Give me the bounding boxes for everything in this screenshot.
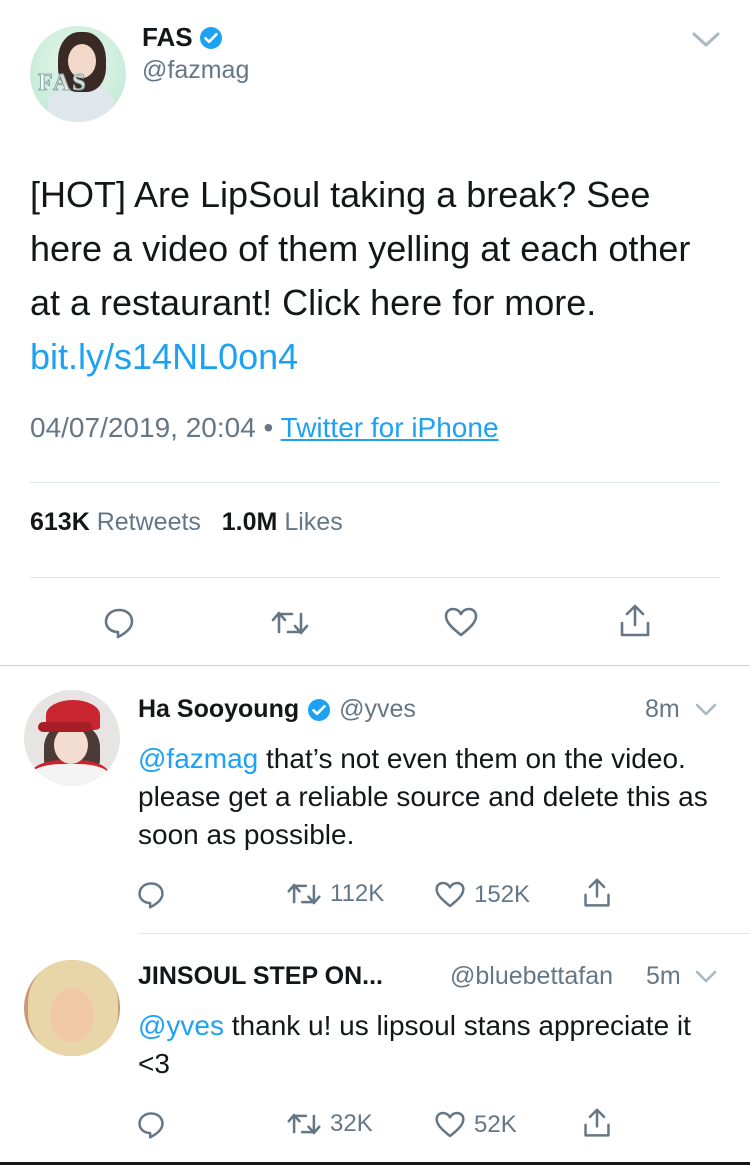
tweet-meta: 04/07/2019, 20:04 • Twitter for iPhone: [30, 412, 499, 444]
tweet-text: [HOT] Are LipSoul taking a break? See he…: [30, 168, 720, 384]
likes-stat[interactable]: 1.0M Likes: [222, 508, 343, 536]
reply-time: 5m: [646, 962, 681, 990]
share-icon[interactable]: [582, 1107, 612, 1139]
divider: [0, 665, 750, 666]
reply-mention[interactable]: @fazmag: [138, 743, 258, 774]
reply-mention[interactable]: @yves: [138, 1010, 224, 1041]
reply-icon[interactable]: [102, 606, 136, 640]
heart-icon: [435, 1111, 465, 1138]
reply-avatar[interactable]: [24, 960, 120, 1056]
tweet-body: [HOT] Are LipSoul taking a break? See he…: [30, 174, 691, 323]
divider: [30, 482, 720, 483]
divider: [30, 577, 720, 578]
avatar-watermark: FAS: [38, 70, 88, 97]
verified-badge-icon: [308, 698, 331, 721]
reply-avatar[interactable]: [24, 690, 120, 786]
author-handle[interactable]: @fazmag: [142, 56, 249, 85]
reply-time: 8m: [645, 695, 680, 723]
reply-header: JINSOUL STEP ON...: [138, 962, 383, 991]
reply-display-name[interactable]: JINSOUL STEP ON...: [138, 962, 383, 991]
share-icon[interactable]: [618, 603, 652, 639]
divider: [138, 933, 750, 934]
chevron-down-icon[interactable]: [690, 30, 722, 50]
tweet-timestamp: 04/07/2019, 20:04: [30, 412, 256, 443]
heart-icon[interactable]: [443, 606, 479, 638]
reply-header: Ha Sooyoung @yves: [138, 695, 416, 724]
chevron-down-icon[interactable]: [694, 969, 718, 985]
reply-icon[interactable]: [136, 1110, 166, 1140]
tweet-stats: 613K Retweets 1.0M Likes: [30, 508, 343, 537]
retweet-count: 112K: [330, 880, 385, 907]
retweet-icon: [287, 1113, 321, 1135]
like-action[interactable]: 152K: [434, 880, 530, 909]
author-avatar[interactable]: FAS: [30, 26, 126, 122]
retweets-stat[interactable]: 613K Retweets: [30, 508, 201, 536]
likes-count: 1.0M: [221, 508, 278, 536]
reply-icon[interactable]: [136, 880, 166, 910]
retweet-action[interactable]: 32K: [286, 1110, 373, 1138]
reply-text: @yves thank u! us lipsoul stans apprecia…: [138, 1007, 718, 1083]
like-action[interactable]: 52K: [434, 1110, 517, 1139]
retweet-icon: [287, 883, 321, 905]
author-display-name: FAS: [142, 22, 193, 52]
heart-icon: [435, 881, 465, 908]
tweet-link[interactable]: bit.ly/s14NL0on4: [30, 336, 298, 377]
chevron-down-icon[interactable]: [694, 702, 718, 718]
share-icon[interactable]: [582, 877, 612, 909]
reply-handle[interactable]: @bluebettafan: [450, 962, 613, 991]
meta-separator: •: [263, 412, 274, 443]
retweet-icon[interactable]: [270, 608, 310, 638]
reply-text: @fazmag that’s not even them on the vide…: [138, 740, 718, 854]
retweet-action[interactable]: 112K: [286, 880, 384, 908]
reply-display-name[interactable]: Ha Sooyoung: [138, 695, 299, 724]
tweet-source-link[interactable]: Twitter for iPhone: [281, 412, 499, 443]
like-count: 52K: [474, 1110, 517, 1138]
retweets-count: 613K: [30, 508, 90, 536]
retweet-count: 32K: [330, 1110, 373, 1137]
likes-label: Likes: [284, 508, 343, 536]
verified-badge-icon: [199, 26, 222, 49]
author-name-row[interactable]: FAS: [142, 22, 223, 53]
reply-handle[interactable]: @yves: [339, 695, 416, 724]
like-count: 152K: [474, 880, 531, 908]
retweets-label: Retweets: [96, 508, 201, 536]
